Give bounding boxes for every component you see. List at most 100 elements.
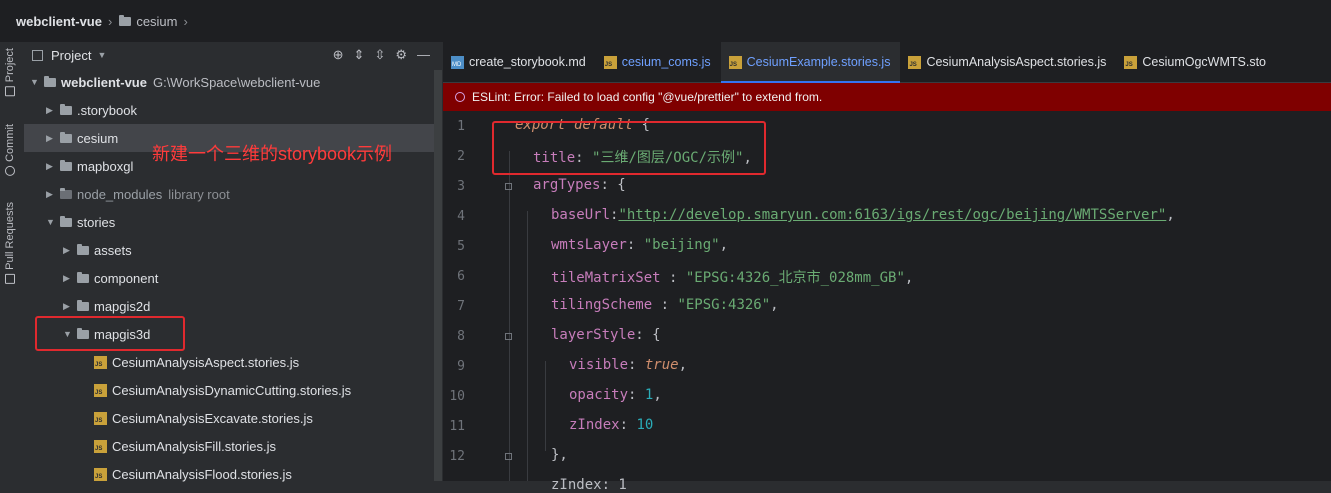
- pull-requests-tool-tab[interactable]: Pull Requests: [4, 202, 16, 284]
- line-number: 4: [457, 209, 465, 224]
- tab-cesium-analysis-aspect[interactable]: JS CesiumAnalysisAspect.stories.js: [900, 42, 1116, 82]
- tree-file[interactable]: JS CesiumAnalysisAspect.stories.js: [24, 348, 442, 376]
- js-file-icon: JS: [1124, 55, 1138, 69]
- pull-request-icon: [5, 273, 15, 284]
- js-file-icon: JS: [94, 355, 107, 369]
- chevron-right-icon: ▶: [46, 132, 53, 143]
- code-line: wmtsLayer: "beijing",: [551, 237, 729, 253]
- code-line: },: [551, 447, 568, 463]
- project-panel-title[interactable]: Project: [51, 48, 91, 63]
- project-panel-header: Project ▼ ⊕ ⇕ ⇳ ⚙ —: [24, 42, 442, 68]
- tab-create-storybook[interactable]: MD create_storybook.md: [443, 42, 596, 82]
- eslint-error-banner: ESLint: Error: Failed to load config "@v…: [443, 83, 1331, 111]
- fold-marker-icon[interactable]: [505, 453, 512, 460]
- tree-item-storybook[interactable]: ▶ .storybook: [24, 96, 442, 124]
- indent-guide: [545, 361, 546, 451]
- tree-file[interactable]: JS CesiumAnalysisFlood.stories.js: [24, 460, 442, 488]
- tree-item-assets[interactable]: ▶ assets: [24, 236, 442, 264]
- code-line: visible: true,: [569, 357, 688, 373]
- tree-file[interactable]: JS CesiumAnalysisFill.stories.js: [24, 432, 442, 460]
- line-number: 10: [449, 389, 465, 404]
- folder-icon: [60, 215, 72, 227]
- tree-file[interactable]: JS CesiumAnalysisExcavate.stories.js: [24, 404, 442, 432]
- tree-item-component[interactable]: ▶ component: [24, 264, 442, 292]
- eslint-icon: [455, 92, 465, 102]
- code-line: argTypes: {: [533, 177, 626, 193]
- line-number: 12: [449, 449, 465, 464]
- annotation-text: 新建一个三维的storybook示例: [152, 144, 393, 164]
- line-number: 6: [457, 269, 465, 284]
- js-file-icon: JS: [94, 439, 107, 453]
- indent-guide: [527, 211, 528, 481]
- locate-icon[interactable]: ⊕: [333, 47, 344, 63]
- tree-item-stories[interactable]: ▼ stories: [24, 208, 442, 236]
- breadcrumb-folder[interactable]: cesium: [136, 14, 177, 29]
- line-number: 5: [457, 239, 465, 254]
- chevron-right-icon: ›: [107, 13, 113, 29]
- line-number: 1: [457, 119, 465, 134]
- fold-marker-icon[interactable]: [505, 333, 512, 340]
- code-line: zIndex: 1: [551, 477, 627, 493]
- line-number: 9: [457, 359, 465, 374]
- project-tool-tab[interactable]: Project: [4, 48, 16, 97]
- line-number: 8: [457, 329, 465, 344]
- project-panel: Project ▼ ⊕ ⇕ ⇳ ⚙ — ▼ webclient-vue G:\W…: [24, 42, 442, 482]
- project-view-icon: [32, 49, 43, 61]
- collapse-all-icon[interactable]: ⇳: [374, 47, 385, 63]
- editor-tabs: MD create_storybook.md JS cesium_coms.js…: [443, 42, 1331, 83]
- chevron-right-icon: ▶: [63, 272, 70, 283]
- folder-icon: [77, 271, 89, 283]
- tab-cesium-coms[interactable]: JS cesium_coms.js: [596, 42, 721, 82]
- project-scrollbar[interactable]: [434, 70, 442, 481]
- folder-icon: [60, 187, 72, 199]
- chevron-down-icon: ▼: [30, 77, 39, 87]
- chevron-right-icon: ›: [183, 13, 188, 29]
- js-file-icon: JS: [908, 55, 922, 69]
- chevron-down-icon[interactable]: ▼: [97, 50, 106, 60]
- chevron-right-icon: ▶: [63, 300, 70, 311]
- tab-cesium-example[interactable]: JS CesiumExample.stories.js: [720, 42, 901, 83]
- commit-icon: [5, 165, 15, 176]
- tree-item-node-modules[interactable]: ▶ node_modules library root: [24, 180, 442, 208]
- project-tree: ▼ webclient-vue G:\WorkSpace\webclient-v…: [24, 68, 442, 488]
- folder-icon: [77, 299, 89, 311]
- folder-icon: [77, 243, 89, 255]
- fold-marker-icon[interactable]: [505, 183, 512, 190]
- code-line: tilingScheme : "EPSG:4326",: [551, 297, 779, 313]
- folder-icon: [60, 159, 72, 171]
- breadcrumb: webclient-vue › cesium ›: [0, 0, 1331, 42]
- folder-icon: [119, 14, 132, 26]
- chevron-down-icon: ▼: [46, 217, 55, 227]
- chevron-right-icon: ▶: [46, 188, 53, 199]
- folder-icon: [44, 75, 56, 87]
- code-line: layerStyle: {: [551, 327, 661, 343]
- editor: MD create_storybook.md JS cesium_coms.js…: [443, 42, 1331, 493]
- line-number: 7: [457, 299, 465, 314]
- folder-icon: [60, 103, 72, 115]
- line-number: 11: [449, 419, 465, 434]
- chevron-right-icon: ▶: [46, 104, 53, 115]
- expand-all-icon[interactable]: ⇕: [354, 47, 365, 63]
- hide-icon[interactable]: —: [417, 47, 430, 63]
- js-file-icon: JS: [728, 55, 742, 69]
- code-line: tileMatrixSet : "EPSG:4326_北京市_028mm_GB"…: [551, 270, 914, 286]
- highlight-box-mapgis3d: [35, 316, 185, 351]
- chevron-right-icon: ▶: [63, 244, 70, 255]
- project-icon: [5, 86, 15, 97]
- breadcrumb-project[interactable]: webclient-vue: [16, 14, 102, 29]
- gear-icon[interactable]: ⚙: [395, 47, 407, 63]
- tree-file[interactable]: JS CesiumAnalysisDynamicCutting.stories.…: [24, 376, 442, 404]
- highlight-box-title: [492, 121, 766, 175]
- code-line: opacity: 1,: [569, 387, 662, 403]
- tool-window-strip: Project Commit Pull Requests: [0, 42, 25, 481]
- line-number: 2: [457, 149, 465, 164]
- code-line: zIndex: 10: [569, 417, 654, 433]
- js-file-icon: JS: [94, 411, 107, 425]
- commit-tool-tab[interactable]: Commit: [4, 124, 16, 176]
- indent-guide: [509, 151, 510, 481]
- tree-root[interactable]: ▼ webclient-vue G:\WorkSpace\webclient-v…: [24, 68, 442, 96]
- tab-cesium-ogc-wmts[interactable]: JS CesiumOgcWMTS.sto: [1116, 42, 1276, 82]
- code-line: baseUrl:"http://develop.smaryun.com:6163…: [551, 207, 1175, 223]
- chevron-right-icon: ▶: [46, 160, 53, 171]
- line-number: 3: [457, 179, 465, 194]
